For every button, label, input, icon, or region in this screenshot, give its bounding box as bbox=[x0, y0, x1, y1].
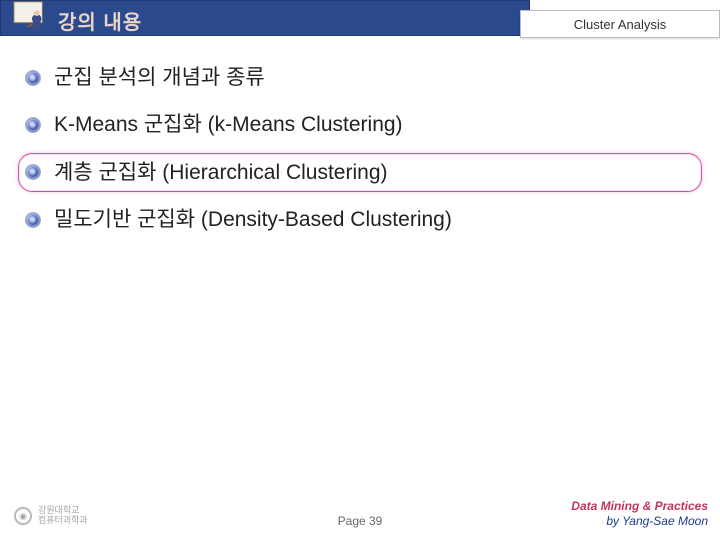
header: 강의 내용 Cluster Analysis bbox=[0, 0, 720, 44]
highlighted-item-wrap: 계층 군집화 (Hierarchical Clustering) bbox=[26, 159, 694, 186]
logo-emblem-icon: ◉ bbox=[14, 507, 32, 525]
footer-credits: Data Mining & Practices by Yang-Sae Moon bbox=[571, 499, 708, 530]
topic-label: Cluster Analysis bbox=[574, 17, 666, 32]
bullet-text: K-Means 군집화 (k-Means Clustering) bbox=[54, 111, 403, 138]
bullet-text: 군집 분석의 개념과 종류 bbox=[54, 64, 265, 91]
university-logo: ◉ 강원대학교 컴퓨터과학과 bbox=[0, 502, 120, 530]
author: by Yang-Sae Moon bbox=[571, 514, 708, 530]
page-number: Page 39 bbox=[338, 514, 383, 528]
body: 군집 분석의 개념과 종류 K-Means 군집화 (k-Means Clust… bbox=[0, 44, 720, 233]
bullet-icon bbox=[26, 71, 40, 85]
lecturer-icon bbox=[12, 0, 50, 36]
slide-title: 강의 내용 bbox=[58, 6, 142, 35]
bullet-text: 계층 군집화 (Hierarchical Clustering) bbox=[54, 159, 388, 186]
topic-box: Cluster Analysis bbox=[520, 10, 720, 38]
footer: ◉ 강원대학교 컴퓨터과학과 Page 39 Data Mining & Pra… bbox=[0, 502, 720, 530]
slide: 강의 내용 Cluster Analysis 군집 분석의 개념과 종류 K-M… bbox=[0, 0, 720, 540]
list-item: 계층 군집화 (Hierarchical Clustering) bbox=[26, 159, 694, 186]
course-title: Data Mining & Practices bbox=[571, 499, 708, 515]
bullet-icon bbox=[26, 213, 40, 227]
list-item: 밀도기반 군집화 (Density-Based Clustering) bbox=[26, 206, 694, 233]
bullet-text: 밀도기반 군집화 (Density-Based Clustering) bbox=[54, 206, 452, 233]
uni-name-2: 컴퓨터과학과 bbox=[38, 516, 88, 526]
logo-text: 강원대학교 컴퓨터과학과 bbox=[38, 506, 88, 526]
list-item: K-Means 군집화 (k-Means Clustering) bbox=[26, 111, 694, 138]
bullet-icon bbox=[26, 118, 40, 132]
list-item: 군집 분석의 개념과 종류 bbox=[26, 64, 694, 91]
bullet-icon bbox=[26, 165, 40, 179]
